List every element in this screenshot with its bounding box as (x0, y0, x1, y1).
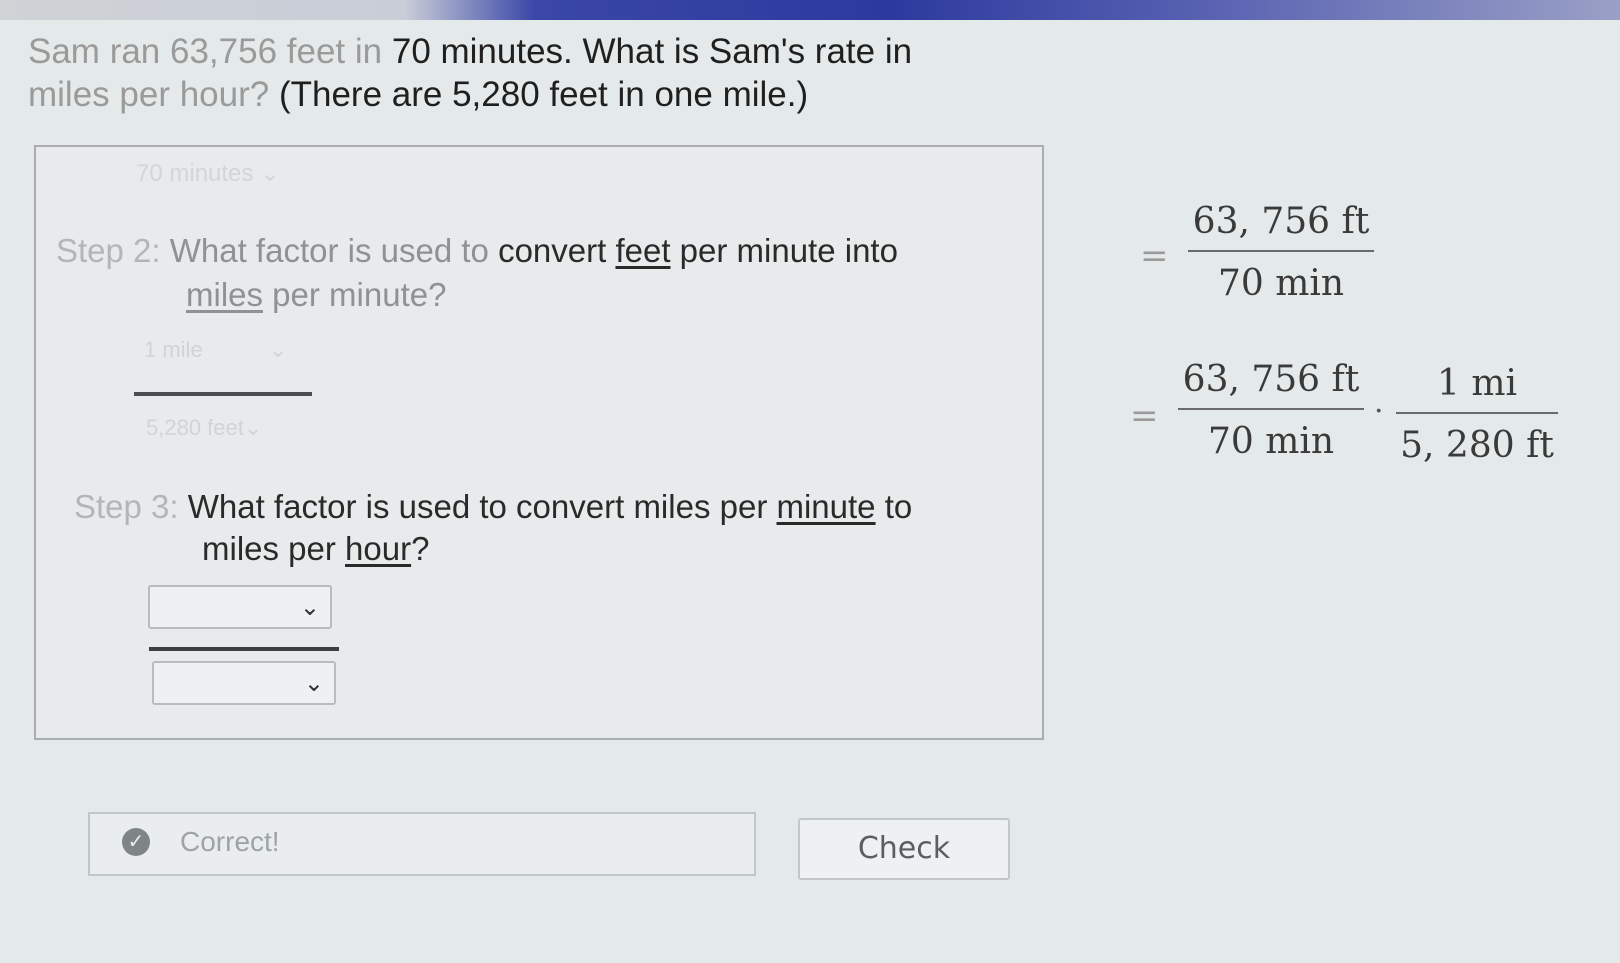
question-rest-2: (There are 5,280 feet in one mile.) (269, 75, 809, 114)
step2-numerator-select[interactable]: 1 mile ⌄ (144, 337, 287, 363)
step2-question-line2: miles per minute? (186, 276, 447, 313)
fraction-line1-denominator: 70 min (1217, 263, 1345, 304)
chevron-down-icon: ⌄ (299, 594, 320, 621)
step3-question-line2: miles per hour? (202, 530, 430, 567)
equals-sign-1: = (1140, 236, 1169, 276)
chevron-down-icon: ⌄ (303, 670, 324, 697)
step3-numerator-select[interactable]: ⌄ (148, 585, 332, 629)
chevron-down-icon: ⌄ (260, 160, 281, 187)
step2-denominator-select[interactable]: 5,280 feet⌄ (146, 415, 262, 441)
top-window-bar (0, 0, 1620, 20)
feedback-box: ✓ Correct! (88, 812, 756, 876)
fraction-line1-numerator: 63, 756 ft (1192, 201, 1370, 242)
question-lead-2: miles per hour? (28, 75, 270, 114)
underline-hour: hour (345, 530, 412, 567)
fraction-line1: 63, 756 ft 70 min (1188, 200, 1374, 306)
fraction-line2-second: 1 mi 5, 280 ft (1396, 362, 1558, 468)
question-lead: Sam ran 63,756 feet in (28, 32, 383, 71)
step3-fraction-bar (149, 647, 339, 651)
underline-miles: miles (186, 276, 264, 313)
equals-sign-2: = (1130, 396, 1159, 436)
fraction-line2-second-numerator: 1 mi (1437, 363, 1517, 404)
underline-feet: feet (615, 232, 671, 269)
fraction-line2-first-numerator: 63, 756 ft (1182, 359, 1360, 400)
step3-label: Step 3: (74, 488, 179, 525)
steps-panel: 70 minutes ⌄ Step 2: What factor is used… (34, 145, 1044, 740)
underline-minute: minute (776, 488, 876, 525)
step2-label: Step 2: (56, 232, 161, 269)
question-text: Sam ran 63,756 feet in 70 minutes. What … (28, 30, 988, 116)
multiplication-dot: · (1374, 394, 1384, 429)
check-circle-icon: ✓ (122, 828, 150, 856)
fraction-line2-second-denominator: 5, 280 ft (1400, 425, 1554, 466)
step3-question: Step 3: What factor is used to convert m… (74, 488, 913, 525)
chevron-down-icon: ⌄ (268, 337, 288, 362)
question-rest-1: 70 minutes. What is Sam's rate in (382, 32, 913, 71)
step1-selected-value[interactable]: 70 minutes ⌄ (136, 159, 280, 188)
chevron-down-icon: ⌄ (243, 415, 263, 440)
step2-question: Step 2: What factor is used to convert f… (56, 232, 898, 269)
feedback-text: Correct! (180, 826, 280, 857)
step3-denominator-select[interactable]: ⌄ (152, 661, 336, 705)
fraction-line2-first-denominator: 70 min (1207, 421, 1335, 462)
check-button[interactable]: Check (798, 818, 1010, 880)
step2-fraction-bar (134, 392, 312, 396)
fraction-line2-first: 63, 756 ft 70 min (1178, 358, 1364, 464)
